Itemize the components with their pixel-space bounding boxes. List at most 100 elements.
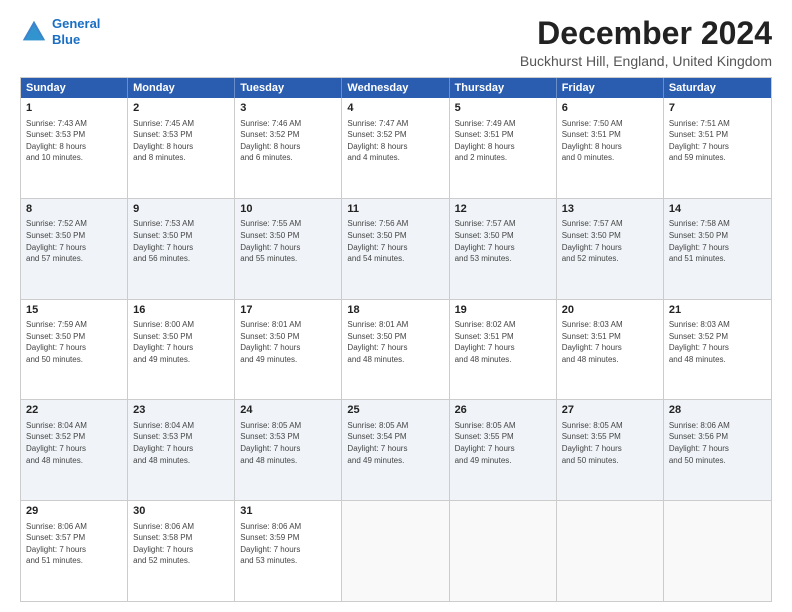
calendar-cell: 16Sunrise: 8:00 AM Sunset: 3:50 PM Dayli… <box>128 300 235 400</box>
day-info: Sunrise: 8:03 AM Sunset: 3:52 PM Dayligh… <box>669 319 766 365</box>
calendar-cell: 3 Sunrise: 7:46 AM Sunset: 3:52 PM Daylig… <box>235 98 342 198</box>
header-day-saturday: Saturday <box>664 78 771 98</box>
calendar-cell <box>450 501 557 601</box>
day-number: 11 <box>347 202 443 217</box>
calendar-cell: 10Sunrise: 7:55 AM Sunset: 3:50 PM Dayli… <box>235 199 342 299</box>
day-number: 20 <box>562 303 658 318</box>
calendar-cell: 19Sunrise: 8:02 AM Sunset: 3:51 PM Dayli… <box>450 300 557 400</box>
day-info: Sunrise: 7:57 AM Sunset: 3:50 PM Dayligh… <box>455 218 551 264</box>
day-number: 17 <box>240 303 336 318</box>
day-info: Sunrise: 7:52 AM Sunset: 3:50 PM Dayligh… <box>26 218 122 264</box>
day-info: Sunrise: 8:05 AM Sunset: 3:55 PM Dayligh… <box>455 420 551 466</box>
day-info: Sunrise: 8:06 AM Sunset: 3:59 PM Dayligh… <box>240 521 336 567</box>
day-info: Sunrise: 8:03 AM Sunset: 3:51 PM Dayligh… <box>562 319 658 365</box>
day-number: 29 <box>26 504 122 519</box>
calendar-row-2: 8Sunrise: 7:52 AM Sunset: 3:50 PM Daylig… <box>21 199 771 300</box>
day-number: 31 <box>240 504 336 519</box>
calendar-cell: 12Sunrise: 7:57 AM Sunset: 3:50 PM Dayli… <box>450 199 557 299</box>
header-day-thursday: Thursday <box>450 78 557 98</box>
calendar-cell: 6Sunrise: 7:50 AM Sunset: 3:51 PM Daylig… <box>557 98 664 198</box>
calendar-cell: 8Sunrise: 7:52 AM Sunset: 3:50 PM Daylig… <box>21 199 128 299</box>
calendar-cell <box>664 501 771 601</box>
page: General Blue December 2024 Buckhurst Hil… <box>0 0 792 612</box>
day-number: 8 <box>26 202 122 217</box>
logo-line1: General <box>52 16 100 31</box>
day-info: Sunrise: 8:05 AM Sunset: 3:55 PM Dayligh… <box>562 420 658 466</box>
calendar-cell: 4 Sunrise: 7:47 AM Sunset: 3:52 PM Daylig… <box>342 98 449 198</box>
calendar-cell: 1 Sunrise: 7:43 AM Sunset: 3:53 PM Daylig… <box>21 98 128 198</box>
day-number: 26 <box>455 403 551 418</box>
calendar-cell: 5Sunrise: 7:49 AM Sunset: 3:51 PM Daylig… <box>450 98 557 198</box>
calendar-cell: 27 Sunrise: 8:05 AM Sunset: 3:55 PM Dayli… <box>557 400 664 500</box>
day-number: 12 <box>455 202 551 217</box>
day-info: Sunrise: 8:00 AM Sunset: 3:50 PM Dayligh… <box>133 319 229 365</box>
calendar-cell: 24 Sunrise: 8:05 AM Sunset: 3:53 PM Dayli… <box>235 400 342 500</box>
calendar-header: SundayMondayTuesdayWednesdayThursdayFrid… <box>21 78 771 98</box>
day-number: 23 <box>133 403 229 418</box>
day-number: 9 <box>133 202 229 217</box>
calendar-cell: 17Sunrise: 8:01 AM Sunset: 3:50 PM Dayli… <box>235 300 342 400</box>
day-info: Sunrise: 8:05 AM Sunset: 3:54 PM Dayligh… <box>347 420 443 466</box>
header: General Blue December 2024 Buckhurst Hil… <box>20 16 772 69</box>
day-number: 4 <box>347 101 443 116</box>
day-number: 14 <box>669 202 766 217</box>
day-number: 19 <box>455 303 551 318</box>
day-number: 2 <box>133 101 229 116</box>
header-day-sunday: Sunday <box>21 78 128 98</box>
logo: General Blue <box>20 16 100 47</box>
calendar-cell: 22Sunrise: 8:04 AM Sunset: 3:52 PM Dayli… <box>21 400 128 500</box>
day-number: 3 <box>240 101 336 116</box>
day-info: Sunrise: 8:06 AM Sunset: 3:56 PM Dayligh… <box>669 420 766 466</box>
day-info: Sunrise: 7:53 AM Sunset: 3:50 PM Dayligh… <box>133 218 229 264</box>
main-title: December 2024 <box>520 16 772 51</box>
calendar-cell: 21Sunrise: 8:03 AM Sunset: 3:52 PM Dayli… <box>664 300 771 400</box>
day-number: 28 <box>669 403 766 418</box>
day-number: 7 <box>669 101 766 116</box>
day-info: Sunrise: 7:56 AM Sunset: 3:50 PM Dayligh… <box>347 218 443 264</box>
day-info: Sunrise: 8:04 AM Sunset: 3:52 PM Dayligh… <box>26 420 122 466</box>
day-number: 16 <box>133 303 229 318</box>
day-info: Sunrise: 7:59 AM Sunset: 3:50 PM Dayligh… <box>26 319 122 365</box>
header-day-monday: Monday <box>128 78 235 98</box>
calendar-cell: 15Sunrise: 7:59 AM Sunset: 3:50 PM Dayli… <box>21 300 128 400</box>
calendar: SundayMondayTuesdayWednesdayThursdayFrid… <box>20 77 772 602</box>
calendar-row-4: 22Sunrise: 8:04 AM Sunset: 3:52 PM Dayli… <box>21 400 771 501</box>
day-number: 25 <box>347 403 443 418</box>
calendar-cell: 7Sunrise: 7:51 AM Sunset: 3:51 PM Daylig… <box>664 98 771 198</box>
day-info: Sunrise: 8:01 AM Sunset: 3:50 PM Dayligh… <box>347 319 443 365</box>
calendar-row-3: 15Sunrise: 7:59 AM Sunset: 3:50 PM Dayli… <box>21 300 771 401</box>
calendar-cell: 14Sunrise: 7:58 AM Sunset: 3:50 PM Dayli… <box>664 199 771 299</box>
day-info: Sunrise: 8:05 AM Sunset: 3:53 PM Dayligh… <box>240 420 336 466</box>
day-info: Sunrise: 8:02 AM Sunset: 3:51 PM Dayligh… <box>455 319 551 365</box>
day-number: 18 <box>347 303 443 318</box>
calendar-body: 1 Sunrise: 7:43 AM Sunset: 3:53 PM Daylig… <box>21 98 771 601</box>
day-info: Sunrise: 7:46 AM Sunset: 3:52 PM Dayligh… <box>240 118 336 164</box>
day-number: 10 <box>240 202 336 217</box>
day-info: Sunrise: 7:50 AM Sunset: 3:51 PM Dayligh… <box>562 118 658 164</box>
calendar-cell: 25 Sunrise: 8:05 AM Sunset: 3:54 PM Dayli… <box>342 400 449 500</box>
day-info: Sunrise: 7:47 AM Sunset: 3:52 PM Dayligh… <box>347 118 443 164</box>
calendar-row-5: 29 Sunrise: 8:06 AM Sunset: 3:57 PM Dayli… <box>21 501 771 601</box>
calendar-cell: 13Sunrise: 7:57 AM Sunset: 3:50 PM Dayli… <box>557 199 664 299</box>
day-info: Sunrise: 7:49 AM Sunset: 3:51 PM Dayligh… <box>455 118 551 164</box>
calendar-cell: 18Sunrise: 8:01 AM Sunset: 3:50 PM Dayli… <box>342 300 449 400</box>
day-info: Sunrise: 7:43 AM Sunset: 3:53 PM Dayligh… <box>26 118 122 164</box>
day-number: 1 <box>26 101 122 116</box>
header-day-wednesday: Wednesday <box>342 78 449 98</box>
header-day-friday: Friday <box>557 78 664 98</box>
day-number: 13 <box>562 202 658 217</box>
calendar-cell: 20Sunrise: 8:03 AM Sunset: 3:51 PM Dayli… <box>557 300 664 400</box>
calendar-row-1: 1 Sunrise: 7:43 AM Sunset: 3:53 PM Daylig… <box>21 98 771 199</box>
day-number: 27 <box>562 403 658 418</box>
logo-icon <box>20 18 48 46</box>
calendar-cell: 23Sunrise: 8:04 AM Sunset: 3:53 PM Dayli… <box>128 400 235 500</box>
subtitle: Buckhurst Hill, England, United Kingdom <box>520 53 772 69</box>
day-info: Sunrise: 8:06 AM Sunset: 3:58 PM Dayligh… <box>133 521 229 567</box>
day-info: Sunrise: 8:06 AM Sunset: 3:57 PM Dayligh… <box>26 521 122 567</box>
calendar-cell <box>557 501 664 601</box>
title-block: December 2024 Buckhurst Hill, England, U… <box>520 16 772 69</box>
calendar-cell: 31 Sunrise: 8:06 AM Sunset: 3:59 PM Dayli… <box>235 501 342 601</box>
calendar-cell: 29 Sunrise: 8:06 AM Sunset: 3:57 PM Dayli… <box>21 501 128 601</box>
day-number: 24 <box>240 403 336 418</box>
calendar-cell: 11Sunrise: 7:56 AM Sunset: 3:50 PM Dayli… <box>342 199 449 299</box>
